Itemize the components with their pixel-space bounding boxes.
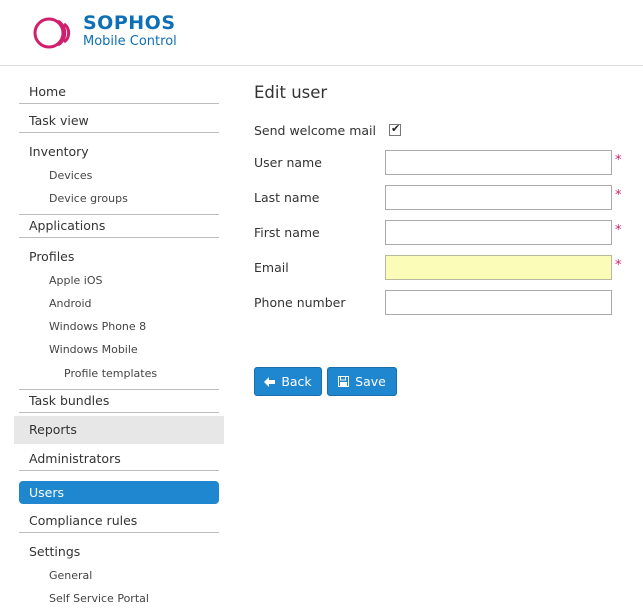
sidebar-item-general[interactable]: General [19,565,219,587]
sidebar-item-apple-ios[interactable]: Apple iOS [19,270,219,292]
last-name-label: Last name [254,190,320,205]
send-welcome-mail-checkbox[interactable]: ✔ [389,122,401,136]
brand-name: SOPHOS [83,12,176,34]
required-marker: * [615,153,622,168]
sophos-logo-icon [33,17,71,49]
sidebar-item-windows-phone-8[interactable]: Windows Phone 8 [19,316,219,338]
sidebar-item-profile-templates[interactable]: Profile templates [19,363,219,390]
sidebar-item-settings[interactable]: Settings [19,540,219,564]
back-button-label: Back [281,374,312,389]
required-marker: * [615,258,622,273]
sidebar-item-task-bundles[interactable]: Task bundles [19,389,219,413]
email-input[interactable] [385,255,612,280]
sidebar-item-android[interactable]: Android [19,293,219,315]
sidebar-item-device-groups[interactable]: Device groups [19,188,219,215]
sidebar-item-administrators[interactable]: Administrators [19,447,219,471]
sidebar-item-devices[interactable]: Devices [19,165,219,187]
required-marker: * [615,223,622,238]
sidebar-item-compliance-rules[interactable]: Compliance rules [19,509,219,533]
user-name-label: User name [254,155,322,170]
sidebar-item-home[interactable]: Home [19,80,219,104]
first-name-label: First name [254,225,320,240]
sidebar-item-inventory[interactable]: Inventory [19,140,219,164]
sidebar-item-users[interactable]: Users [19,481,219,504]
product-name: Mobile Control [83,34,177,49]
floppy-disk-icon [338,376,350,387]
phone-number-label: Phone number [254,295,346,310]
sidebar-item-profiles[interactable]: Profiles [19,245,219,269]
send-welcome-mail-label: Send welcome mail [254,123,376,138]
email-label: Email [254,260,289,275]
required-marker: * [615,188,622,203]
sidebar-nav: Home Task view Inventory Devices Device … [14,66,228,611]
sidebar-item-self-service-portal[interactable]: Self Service Portal [19,588,219,610]
save-button-label: Save [355,374,386,389]
sidebar-item-task-view[interactable]: Task view [19,109,219,133]
phone-number-input[interactable] [385,290,612,315]
back-button[interactable]: Back [254,367,322,396]
check-icon: ✔ [391,122,401,135]
save-button[interactable]: Save [327,367,397,396]
sidebar-item-applications[interactable]: Applications [19,214,219,238]
sidebar-item-windows-mobile[interactable]: Windows Mobile [19,339,219,361]
sidebar-item-reports[interactable]: Reports [14,416,224,444]
app-header: SOPHOS Mobile Control [0,0,643,66]
page-title: Edit user [254,83,328,102]
last-name-input[interactable] [385,185,612,210]
user-name-input[interactable] [385,150,612,175]
first-name-input[interactable] [385,220,612,245]
arrow-left-icon [264,376,276,387]
